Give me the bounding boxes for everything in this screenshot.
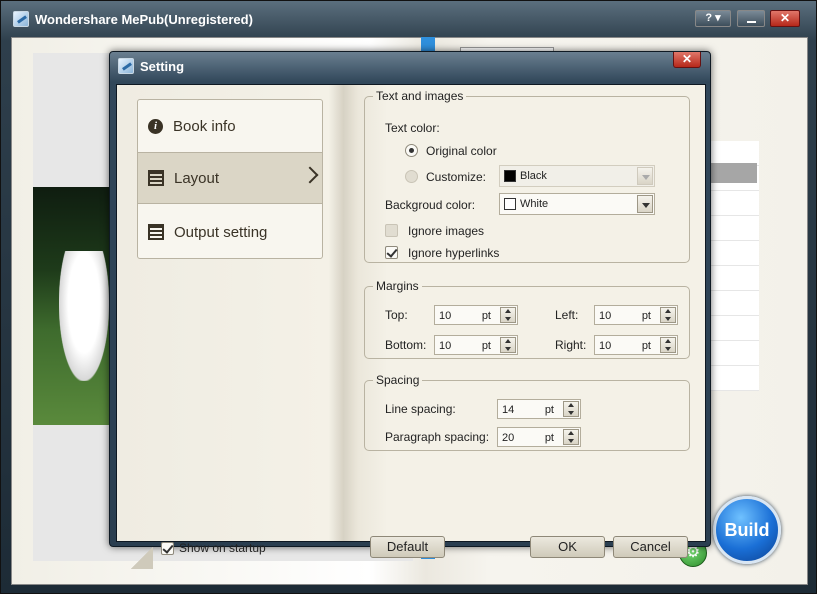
customize-radio[interactable] [405, 170, 418, 183]
original-color-label[interactable]: Original color [426, 144, 497, 158]
chevron-down-icon[interactable] [637, 167, 653, 185]
setting-dialog: Setting ✕ i Book info Layout Output sett… [109, 51, 711, 569]
unit-label: pt [481, 340, 491, 352]
unit-label: pt [481, 310, 491, 322]
ignore-hyperlinks-checkbox[interactable] [385, 246, 398, 259]
group-legend: Margins [376, 279, 419, 293]
background-color-label: Backgroud color: [385, 198, 476, 212]
text-and-images-group: Text and images Text color: Original col… [364, 89, 690, 263]
stepper-arrows-icon[interactable] [660, 337, 676, 353]
chevron-down-icon[interactable] [637, 195, 653, 213]
app-window: Wondershare MePub(Unregistered) ? ▾ ✕ ⚙ … [0, 0, 817, 594]
app-title-bar: Wondershare MePub(Unregistered) [13, 11, 253, 27]
app-title: Wondershare MePub(Unregistered) [35, 11, 253, 27]
ignore-images-label[interactable]: Ignore images [408, 224, 484, 238]
dialog-title-bar: Setting [118, 58, 184, 74]
line-spacing-value[interactable]: 14 [502, 404, 514, 416]
paragraph-spacing-label: Paragraph spacing: [385, 430, 490, 444]
paragraph-spacing-stepper[interactable]: 20 pt [497, 427, 581, 447]
show-on-startup-label: Show on startup [179, 541, 266, 555]
customize-label[interactable]: Customize: [426, 170, 486, 184]
text-color-label: Text color: [385, 121, 440, 135]
setting-icon [118, 58, 134, 74]
bottom-margin-value[interactable]: 10 [439, 340, 451, 352]
stepper-arrows-icon[interactable] [660, 307, 676, 323]
page-curl [131, 547, 153, 569]
dog-image [59, 251, 109, 381]
top-margin-value[interactable]: 10 [439, 310, 451, 322]
customize-color-value: Black [520, 170, 547, 182]
stepper-arrows-icon[interactable] [563, 401, 579, 417]
nav-item-output-setting[interactable]: Output setting [138, 206, 322, 258]
stepper-arrows-icon[interactable] [500, 337, 516, 353]
group-legend: Text and images [376, 89, 464, 103]
bottom-margin-label: Bottom: [385, 338, 427, 352]
build-button[interactable]: Build [713, 496, 781, 564]
top-margin-label: Top: [385, 308, 408, 322]
line-spacing-label: Line spacing: [385, 402, 456, 416]
output-icon [148, 224, 164, 240]
ok-button[interactable]: OK [530, 536, 605, 558]
nav-item-label: Output setting [174, 223, 268, 241]
show-on-startup-checkbox[interactable] [161, 541, 174, 555]
left-margin-stepper[interactable]: 10 pt [594, 305, 678, 325]
nav-item-book-info[interactable]: i Book info [138, 100, 322, 152]
spacing-group: Spacing Line spacing: 14 pt Paragraph sp… [364, 373, 690, 451]
help-menu-button[interactable]: ? ▾ [695, 10, 731, 27]
stepper-arrows-icon[interactable] [500, 307, 516, 323]
chevron-right-icon [301, 166, 319, 184]
ignore-hyperlinks-label[interactable]: Ignore hyperlinks [408, 246, 499, 260]
app-close-button[interactable]: ✕ [770, 10, 800, 27]
paragraph-spacing-value[interactable]: 20 [502, 432, 514, 444]
margins-group: Margins Top: 10 pt Left: 10 pt Bottom: 1… [364, 279, 690, 359]
background-color-select[interactable]: White [499, 193, 655, 215]
app-logo-icon [13, 11, 29, 27]
unit-label: pt [544, 404, 554, 416]
layout-icon [148, 170, 164, 186]
right-margin-label: Right: [555, 338, 587, 352]
white-swatch [504, 198, 516, 210]
selected-list-row[interactable] [709, 163, 757, 183]
nav-item-label: Layout [174, 169, 220, 187]
bottom-margin-stepper[interactable]: 10 pt [434, 335, 518, 355]
original-color-radio[interactable] [405, 144, 418, 157]
right-margin-value[interactable]: 10 [599, 340, 611, 352]
group-legend: Spacing [376, 373, 420, 387]
line-spacing-stepper[interactable]: 14 pt [497, 399, 581, 419]
cancel-button[interactable]: Cancel [613, 536, 688, 558]
settings-nav: i Book info Layout Output setting [137, 99, 323, 259]
minimize-button[interactable] [737, 10, 765, 27]
dialog-body: i Book info Layout Output setting Show o… [116, 84, 706, 569]
info-icon: i [148, 118, 163, 134]
unit-label: pt [544, 432, 554, 444]
unit-label: pt [641, 340, 651, 352]
left-margin-value[interactable]: 10 [599, 310, 611, 322]
default-button[interactable]: Default [370, 536, 445, 558]
stepper-arrows-icon[interactable] [563, 429, 579, 445]
unit-label: pt [641, 310, 651, 322]
customize-color-select[interactable]: Black [499, 165, 655, 187]
top-margin-stepper[interactable]: 10 pt [434, 305, 518, 325]
background-color-value: White [520, 198, 549, 210]
left-margin-label: Left: [555, 308, 579, 322]
black-swatch [504, 170, 516, 182]
right-margin-stepper[interactable]: 10 pt [594, 335, 678, 355]
nav-item-layout[interactable]: Layout [138, 152, 322, 204]
dialog-close-button[interactable]: ✕ [673, 52, 701, 68]
dialog-title: Setting [140, 58, 185, 74]
nav-item-label: Book info [173, 117, 236, 135]
show-on-startup-toggle[interactable]: Show on startup [161, 541, 266, 555]
ignore-images-checkbox[interactable] [385, 224, 398, 237]
